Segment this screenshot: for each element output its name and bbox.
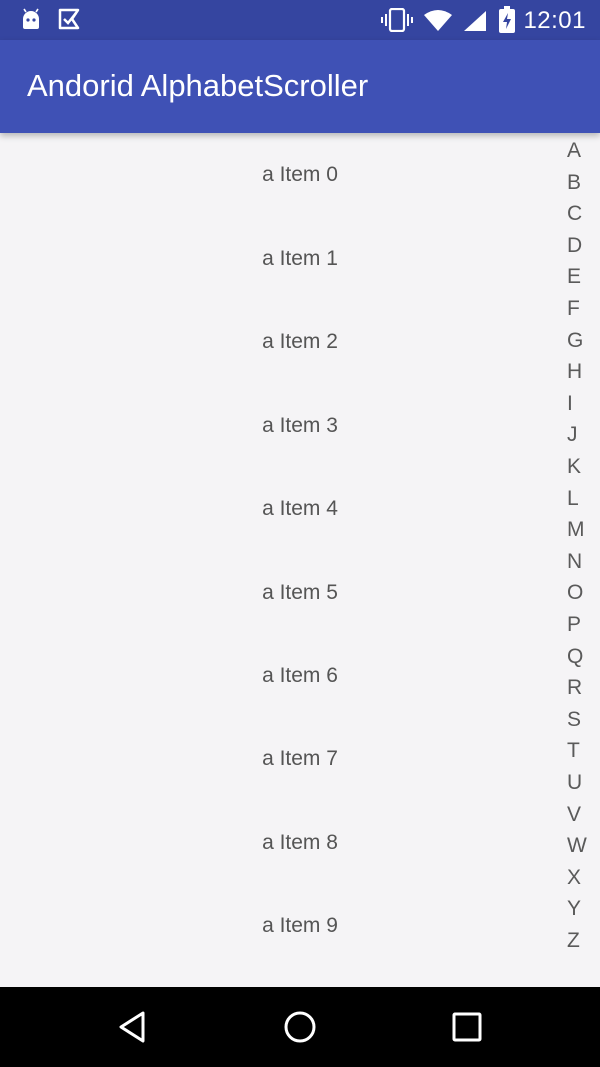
wifi-icon [423,10,453,37]
alphabet-letter[interactable]: C [556,200,592,231]
navigation-bar [0,987,600,1067]
alphabet-letter[interactable]: H [556,358,592,389]
alphabet-letter[interactable]: E [556,263,592,294]
list-item[interactable]: a Item 9 [0,884,600,967]
list-item-label: a Item 7 [262,747,338,770]
alphabet-letter[interactable]: T [556,737,592,768]
alphabet-scroller[interactable]: A B C D E F G H I J K L M N O P Q R S T … [556,137,596,957]
back-icon [119,1011,145,1043]
list-item-label: a Item 5 [262,581,338,604]
alphabet-letter[interactable]: S [556,706,592,737]
list-item-label: a Item 4 [262,497,338,520]
alphabet-letter[interactable]: Z [556,927,592,958]
alphabet-letter[interactable]: P [556,611,592,642]
back-button[interactable] [115,1009,151,1045]
wifi-signal-icon [462,9,488,38]
list-item[interactable]: a Item 2 [0,300,600,383]
alphabet-letter[interactable]: J [556,421,592,452]
alphabet-letter[interactable]: I [556,390,592,421]
alphabet-letter[interactable]: O [556,579,592,610]
list-item[interactable]: a Item 0 [0,133,600,216]
list-item[interactable]: a Item 5 [0,551,600,634]
status-bar: 12:01 [0,0,600,40]
status-time: 12:01 [523,7,586,34]
alphabet-letter[interactable]: M [556,516,592,547]
alphabet-letter[interactable]: U [556,769,592,800]
list-item-label: a Item 9 [262,914,338,937]
alphabet-letter[interactable]: N [556,548,592,579]
item-list[interactable]: a Item 0 a Item 1 a Item 2 a Item 3 a It… [0,133,600,987]
play-store-icon [58,8,82,35]
alphabet-letter[interactable]: Y [556,895,592,926]
battery-charging-icon [498,6,516,39]
list-item-label: a Item 6 [262,664,338,687]
app-screen: 12:01 Andorid AlphabetScroller a Item 0 … [0,0,600,1067]
list-item-label: a Item 3 [262,414,338,437]
alphabet-letter[interactable]: L [556,485,592,516]
list-item-label: a Item 1 [262,247,338,270]
alphabet-letter[interactable]: G [556,327,592,358]
alphabet-letter[interactable]: D [556,232,592,263]
list-item[interactable]: a Item 8 [0,801,600,884]
list-item-label: a Item 0 [262,163,338,186]
list-item[interactable]: a Item 1 [0,217,600,300]
alphabet-letter[interactable]: K [556,453,592,484]
alphabet-letter[interactable]: W [556,832,592,863]
alphabet-letter[interactable]: R [556,674,592,705]
alphabet-letter[interactable]: X [556,864,592,895]
alphabet-letter[interactable]: V [556,801,592,832]
home-icon [284,1011,316,1043]
vibrate-icon [380,7,414,37]
list-item[interactable]: a Item 3 [0,384,600,467]
alphabet-letter[interactable]: B [556,169,592,200]
android-icon [20,8,42,35]
app-title: Andorid AlphabetScroller [27,68,369,103]
alphabet-letter[interactable]: F [556,295,592,326]
list-item-label: a Item 2 [262,330,338,353]
recents-icon [452,1012,482,1042]
app-bar: Andorid AlphabetScroller [0,40,600,133]
alphabet-letter[interactable]: A [556,137,592,168]
list-item[interactable]: a Item 7 [0,717,600,800]
list-item[interactable]: a Item 4 [0,467,600,550]
list-item-label: a Item 8 [262,831,338,854]
list-item[interactable]: a Item 6 [0,634,600,717]
alphabet-letter[interactable]: Q [556,643,592,674]
home-button[interactable] [282,1009,318,1045]
recents-button[interactable] [449,1009,485,1045]
